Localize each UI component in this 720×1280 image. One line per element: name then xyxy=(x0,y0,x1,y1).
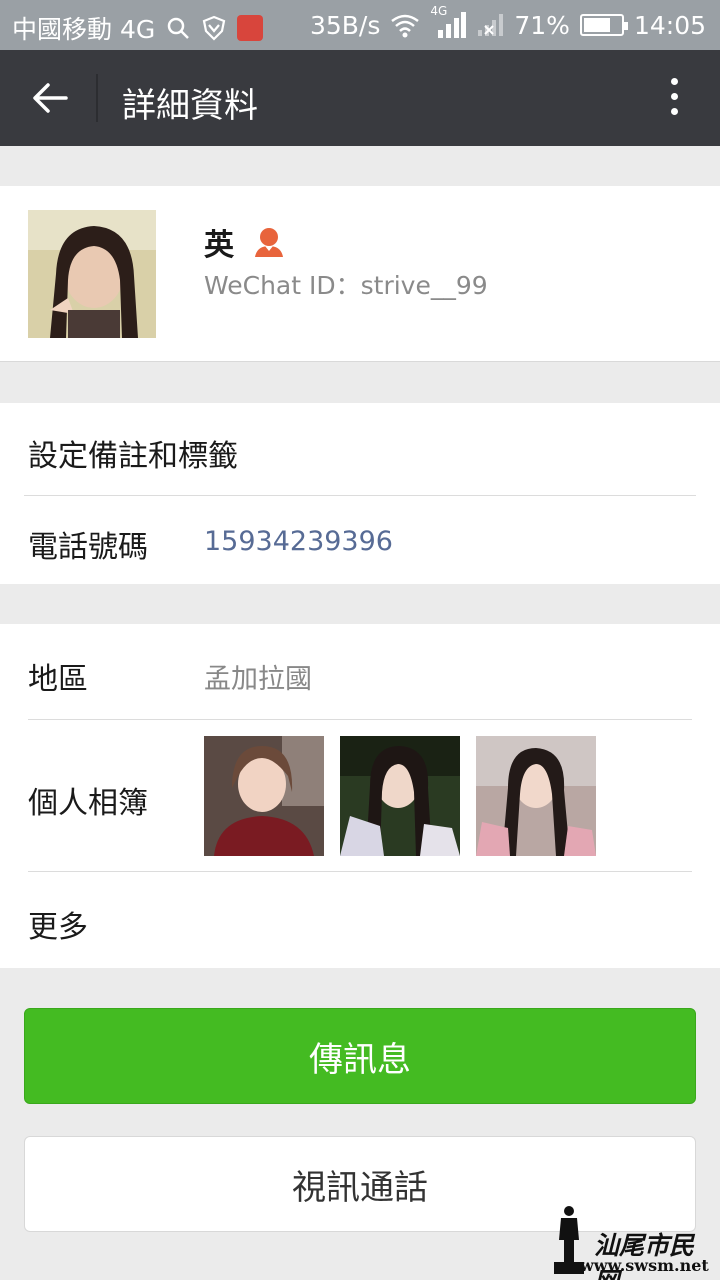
watermark-url: www.swsm.net xyxy=(580,1256,709,1275)
status-bar: 中國移動 4G 35B/s 4G 71% 14:05 xyxy=(0,0,720,50)
album-photo[interactable] xyxy=(476,736,596,856)
carrier-label: 中國移動 4G xyxy=(12,15,156,44)
shield-icon xyxy=(202,15,226,41)
female-user-icon xyxy=(255,228,283,257)
watermark-logo: 汕尾市民网 www.swsm.net xyxy=(552,1204,712,1280)
album-photo[interactable] xyxy=(340,736,460,856)
arrow-left-icon xyxy=(33,83,68,113)
send-message-button[interactable]: 傳訊息 xyxy=(24,1008,696,1104)
header-divider xyxy=(96,74,98,122)
more-options-button[interactable] xyxy=(664,78,684,118)
region-value: 孟加拉國 xyxy=(204,664,312,695)
app-bar: 詳細資料 xyxy=(0,50,720,146)
region-row: 地區 孟加拉國 xyxy=(0,624,720,719)
more-label: 更多 xyxy=(28,910,88,945)
page-title: 詳細資料 xyxy=(122,86,258,126)
back-button[interactable] xyxy=(22,72,78,124)
net-speed: 35B/s xyxy=(309,10,381,40)
wechat-id: WeChat ID：strive__99 xyxy=(204,271,488,300)
signal-4g-icon: 4G xyxy=(430,4,467,40)
avatar[interactable] xyxy=(28,210,156,338)
clock: 14:05 xyxy=(633,10,706,40)
phone-row[interactable]: 電話號碼 15934239396 xyxy=(0,496,720,584)
battery-percent: 71% xyxy=(514,10,570,40)
battery-icon xyxy=(579,14,628,36)
more-vertical-icon xyxy=(664,78,684,115)
region-label: 地區 xyxy=(28,662,88,697)
more-row[interactable]: 更多 xyxy=(0,872,720,968)
signal-off-icon xyxy=(478,14,504,36)
nickname-row: 英 xyxy=(204,220,286,264)
nickname: 英 xyxy=(204,228,234,263)
remark-tags-row[interactable]: 設定備註和標籤 xyxy=(0,403,720,495)
phone-number-link[interactable]: 15934239396 xyxy=(204,526,393,557)
search-icon xyxy=(167,17,190,39)
wifi-icon xyxy=(391,14,420,38)
phone-label: 電話號碼 xyxy=(28,530,148,565)
album-photo[interactable] xyxy=(204,736,324,856)
app-notification-icon xyxy=(237,15,264,41)
album-label: 個人相簿 xyxy=(28,786,148,821)
remark-tags-label: 設定備註和標籤 xyxy=(28,439,238,474)
